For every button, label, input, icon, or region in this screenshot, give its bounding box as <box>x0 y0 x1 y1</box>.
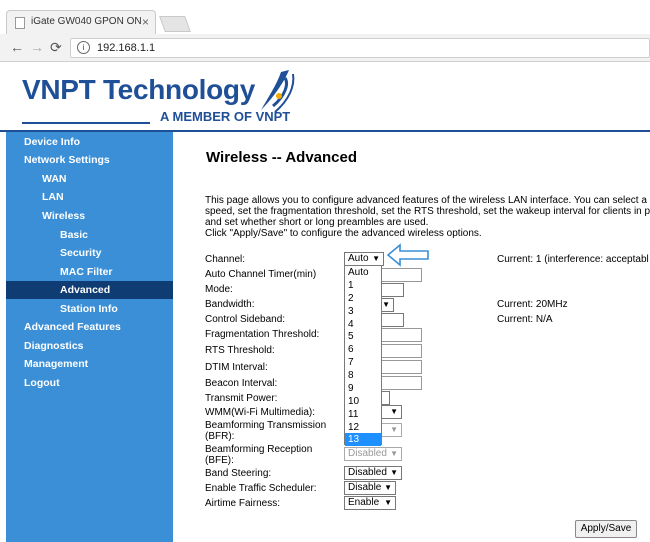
bandwidth-current-status: Current: 20MHz <box>497 299 568 310</box>
sideband-current-status: Current: N/A <box>497 314 553 325</box>
bfe-label: Beamforming Reception <box>205 444 313 455</box>
forward-arrow-icon[interactable]: → <box>30 39 44 55</box>
bandwidth-label: Bandwidth: <box>205 299 255 310</box>
chevron-down-icon: ▼ <box>382 300 390 309</box>
sidebar-item-diagnostics[interactable]: Diagnostics <box>6 337 191 355</box>
sidebar-item-network-settings[interactable]: Network Settings <box>6 151 191 169</box>
channel-option-highlighted[interactable]: 13 <box>345 433 381 446</box>
auto-channel-timer-label: Auto Channel Timer(min) <box>205 269 317 280</box>
airtime-fairness-label: Airtime Fairness: <box>205 498 281 509</box>
rts-threshold-label: RTS Threshold: <box>205 345 275 356</box>
url-text: 192.168.1.1 <box>97 42 156 54</box>
member-underline <box>22 122 150 124</box>
description-line: Click "Apply/Save" to configure the adva… <box>205 228 482 239</box>
channel-option[interactable]: 11 <box>345 408 381 421</box>
channel-option[interactable]: Auto <box>345 266 381 279</box>
traffic-scheduler-label: Enable Traffic Scheduler: <box>205 483 317 494</box>
chevron-down-icon: ▼ <box>390 407 398 416</box>
browser-tab[interactable]: iGate GW040 GPON ONT × <box>6 10 156 34</box>
pointer-arrow-icon <box>386 243 429 267</box>
fragmentation-threshold-label: Fragmentation Threshold: <box>205 329 320 340</box>
channel-label: Channel: <box>205 254 246 265</box>
bfe-select-value: Disabled <box>348 448 387 459</box>
brand-name: VNPT Technology <box>22 74 255 105</box>
chevron-down-icon: ▼ <box>372 254 380 263</box>
channel-option[interactable]: 8 <box>345 369 381 382</box>
tab-title: iGate GW040 GPON ONT <box>31 16 141 27</box>
dtim-interval-label: DTIM Interval: <box>205 362 268 373</box>
band-steering-label: Band Steering: <box>205 468 272 479</box>
description-line: speed, set the fragmentation threshold, … <box>205 206 650 217</box>
browser-toolbar: ← → ⟳ i 192.168.1.1 <box>0 34 650 62</box>
band-steering-value: Disabled <box>348 467 387 478</box>
bfe-select[interactable]: Disabled ▼ <box>344 447 402 461</box>
wmm-label: WMM(Wi-Fi Multimedia): <box>205 407 315 418</box>
bfr-label: Beamforming Transmission <box>205 420 327 431</box>
channel-option[interactable]: 6 <box>345 343 381 356</box>
description-line: This page allows you to configure advanc… <box>205 195 647 206</box>
close-tab-icon[interactable]: × <box>142 15 149 29</box>
chevron-down-icon: ▼ <box>384 498 392 507</box>
channel-select[interactable]: Auto ▼ <box>344 252 384 266</box>
traffic-scheduler-value: Disable <box>348 482 382 493</box>
sidebar-item-management[interactable]: Management <box>6 355 191 373</box>
vnpt-logo-icon <box>261 70 295 113</box>
transmit-power-label: Transmit Power: <box>205 393 278 404</box>
channel-option[interactable]: 7 <box>345 356 381 369</box>
airtime-fairness-select[interactable]: Enable ▼ <box>344 496 396 510</box>
bfe-label-suffix: (BFE): <box>205 455 234 466</box>
page-description: This page allows you to configure advanc… <box>205 195 650 239</box>
sidebar-item-advanced-features[interactable]: Advanced Features <box>6 318 191 336</box>
browser-tab-bar: iGate GW040 GPON ONT × <box>0 0 650 34</box>
mode-label: Mode: <box>205 284 233 295</box>
channel-select-value: Auto <box>348 253 369 264</box>
channel-current-status: Current: 1 (interference: acceptabl <box>497 254 649 265</box>
channel-option[interactable]: 5 <box>345 330 381 343</box>
chevron-down-icon: ▼ <box>390 425 398 434</box>
channel-dropdown-list[interactable]: Auto 1 2 3 4 5 6 7 8 9 10 11 12 13 <box>344 265 382 446</box>
channel-option[interactable]: 1 <box>345 279 381 292</box>
control-sideband-label: Control Sideband: <box>205 314 286 325</box>
description-line: and set whether short or long preambles … <box>205 217 429 228</box>
channel-option[interactable]: 10 <box>345 395 381 408</box>
page-header: VNPT Technology A MEMBER OF VNPT <box>0 62 650 132</box>
airtime-fairness-value: Enable <box>348 497 380 508</box>
sidebar-item-logout[interactable]: Logout <box>6 374 191 392</box>
new-tab-button[interactable] <box>159 16 191 32</box>
beacon-interval-label: Beacon Interval: <box>205 378 278 389</box>
info-icon[interactable]: i <box>77 41 90 54</box>
chevron-down-icon: ▼ <box>390 468 398 477</box>
channel-option[interactable]: 3 <box>345 305 381 318</box>
apply-save-button[interactable]: Apply/Save <box>575 520 637 538</box>
member-tagline: A MEMBER OF VNPT <box>160 109 291 124</box>
traffic-scheduler-select[interactable]: Disable ▼ <box>344 481 396 495</box>
channel-option[interactable]: 2 <box>345 292 381 305</box>
sidebar-item-device-info[interactable]: Device Info <box>6 133 191 151</box>
main-content: Wireless -- Advanced This page allows yo… <box>174 132 650 542</box>
back-arrow-icon[interactable]: ← <box>10 39 24 55</box>
page-title: Wireless -- Advanced <box>206 149 358 166</box>
page-icon <box>15 17 25 29</box>
chevron-down-icon: ▼ <box>390 449 398 458</box>
channel-option[interactable]: 9 <box>345 382 381 395</box>
band-steering-select[interactable]: Disabled ▼ <box>344 466 402 480</box>
sidebar-nav: Device Info Network Settings WAN LAN Wir… <box>6 132 173 542</box>
reload-icon[interactable]: ⟳ <box>50 39 62 56</box>
address-bar[interactable]: i 192.168.1.1 <box>70 38 650 58</box>
chevron-down-icon: ▼ <box>384 483 392 492</box>
sidebar-item-advanced[interactable]: Advanced <box>6 281 173 299</box>
bfr-label-suffix: (BFR): <box>205 431 235 442</box>
